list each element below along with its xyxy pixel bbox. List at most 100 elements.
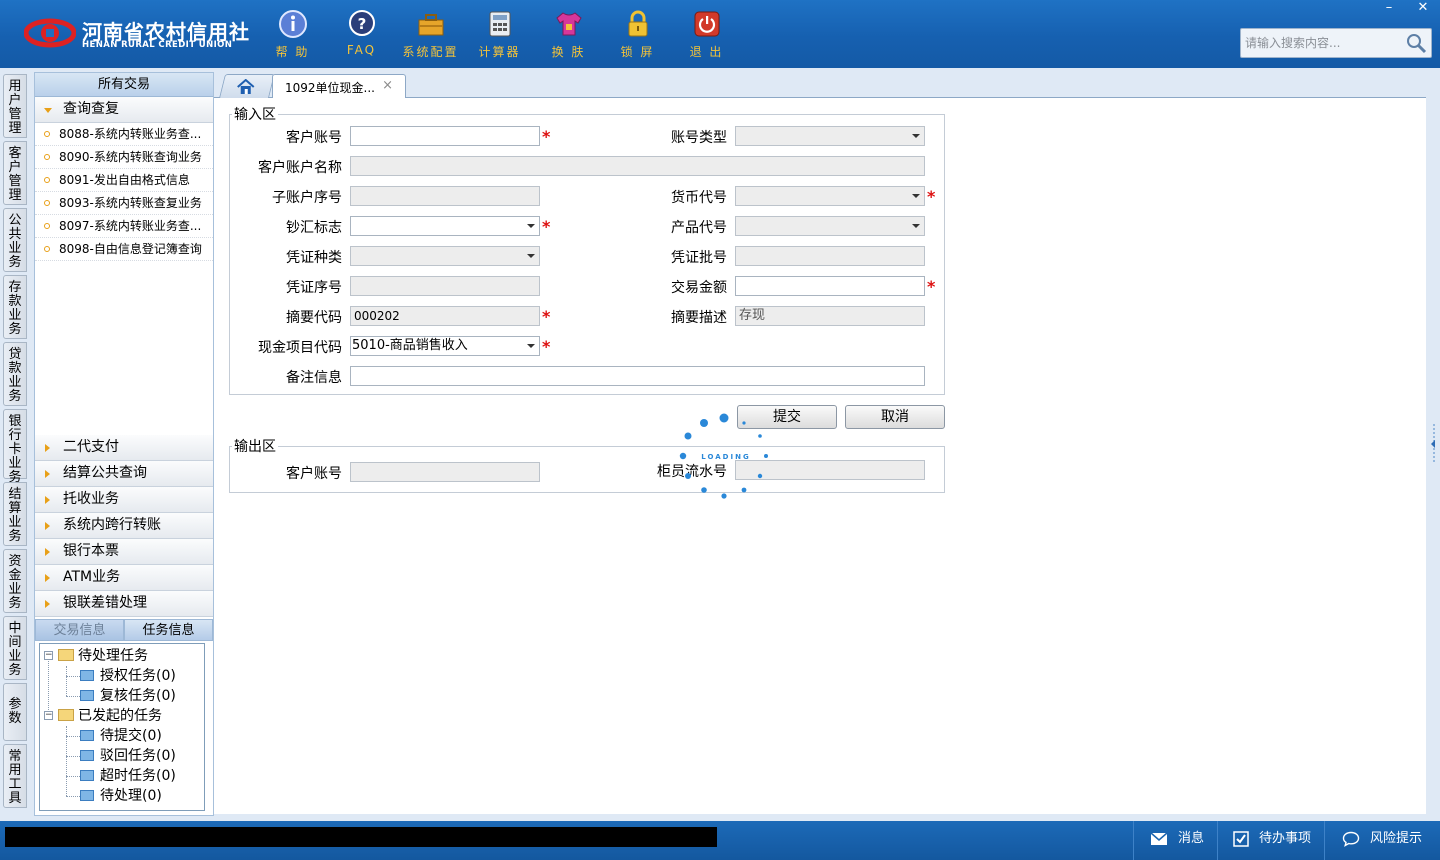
amount-input[interactable] <box>735 276 925 296</box>
nav-group-query-reply[interactable]: 查询查复 <box>35 97 213 123</box>
vtab-label: 存款业务 <box>8 280 22 337</box>
tab-home[interactable] <box>219 74 275 98</box>
vtab-loan-business[interactable]: 贷款业务 <box>3 342 27 406</box>
nav-group-label: ATM业务 <box>63 569 121 585</box>
nav-group-bank-draft[interactable]: 银行本票 <box>35 539 213 565</box>
label-cash-flag: 钞汇标志 <box>286 220 342 236</box>
label-customer-name: 客户账户名称 <box>258 160 342 176</box>
tree-line <box>66 776 80 777</box>
power-icon <box>694 11 719 37</box>
customer-name-field[interactable] <box>350 156 925 176</box>
tab-label: 1092单位现金... <box>285 81 375 95</box>
summary-code-field[interactable]: 000202 <box>350 306 540 326</box>
remark-input[interactable] <box>350 366 925 386</box>
app-logo: 河南省农村信用社 HENAN RURAL CREDIT UNION <box>24 14 249 54</box>
tree-node-to-handle[interactable]: 待处理(0) <box>80 786 162 806</box>
label-voucher-type: 凭证种类 <box>286 250 342 266</box>
account-type-select[interactable] <box>735 126 925 146</box>
calculator-button[interactable]: 计算器 <box>465 6 534 62</box>
summary-desc-field[interactable]: 存现 <box>735 306 925 326</box>
cancel-button[interactable]: 取消 <box>845 405 945 429</box>
nav-group-unionpay-error[interactable]: 银联差错处理 <box>35 591 213 617</box>
nav-group-settlement-query[interactable]: 结算公共查询 <box>35 461 213 487</box>
vtab-fund-business[interactable]: 资金业务 <box>3 549 27 613</box>
nav-item[interactable]: 8093-系统内转账查复业务 <box>35 192 213 215</box>
todo-button[interactable]: 待办事项 <box>1233 827 1311 851</box>
nav-item[interactable]: 8091-发出自由格式信息 <box>35 169 213 192</box>
vtab-deposit-business[interactable]: 存款业务 <box>3 275 27 339</box>
collapse-toggle-icon[interactable]: − <box>44 711 53 720</box>
vtab-label: 客户管理 <box>8 146 22 203</box>
vtab-label: 资金业务 <box>8 554 22 611</box>
collapse-right-panel-icon[interactable] <box>1428 424 1438 464</box>
nav-item[interactable]: 8088-系统内转账业务查... <box>35 123 213 146</box>
search-box <box>1240 28 1432 58</box>
system-config-button[interactable]: 系统配置 <box>396 6 465 62</box>
faq-button[interactable]: ? FAQ <box>327 6 396 62</box>
dropdown-arrow-icon <box>523 337 539 355</box>
nav-group-interbank-transfer[interactable]: 系统内跨行转账 <box>35 513 213 539</box>
nav-item-label: 8098-自由信息登记簿查询 <box>59 242 202 256</box>
search-input[interactable] <box>1245 34 1405 52</box>
tree-node-review-tasks[interactable]: 复核任务(0) <box>80 686 176 706</box>
exit-button[interactable]: 退 出 <box>672 6 741 62</box>
voucher-type-select[interactable] <box>350 246 540 266</box>
nav-item-label: 8097-系统内转账业务查... <box>59 219 202 233</box>
vtab-user-management[interactable]: 用户管理 <box>3 74 27 138</box>
close-window-button[interactable]: ✕ <box>1406 0 1440 18</box>
tree-node-to-submit[interactable]: 待提交(0) <box>80 726 162 746</box>
collapsed-arrow-icon <box>45 600 50 608</box>
envelope-icon <box>1150 832 1168 845</box>
output-customer-account-field[interactable] <box>350 462 540 482</box>
help-icon <box>278 10 307 38</box>
tree-node-pending-tasks[interactable]: 待处理任务 <box>58 646 148 666</box>
tree-node-label: 授权任务(0) <box>100 668 176 684</box>
voucher-seq-field[interactable] <box>350 276 540 296</box>
minimize-button[interactable]: – <box>1372 0 1406 18</box>
vtab-common-tools[interactable]: 常用工具 <box>3 744 27 808</box>
customer-account-input[interactable] <box>350 126 540 146</box>
tree-node-timeout[interactable]: 超时任务(0) <box>80 766 176 786</box>
nav-group-collection[interactable]: 托收业务 <box>35 487 213 513</box>
vtab-intermediary-business[interactable]: 中间业务 <box>3 616 27 680</box>
vtab-settlement-business[interactable]: 结算业务 <box>3 482 27 546</box>
messages-button[interactable]: 消息 <box>1150 827 1204 851</box>
nav-group-label: 系统内跨行转账 <box>63 517 161 533</box>
tab-task-info[interactable]: 任务信息 <box>124 619 213 641</box>
required-mark: * <box>542 337 551 356</box>
currency-select[interactable] <box>735 186 925 206</box>
collapse-toggle-icon[interactable]: − <box>44 651 53 660</box>
risk-alert-label: 风险提示 <box>1370 831 1423 846</box>
sub-account-field[interactable] <box>350 186 540 206</box>
vtab-label: 中间业务 <box>8 621 22 678</box>
loading-spinner: LOADING <box>679 413 768 499</box>
vtab-public-business[interactable]: 公共业务 <box>3 208 27 272</box>
lock-screen-button[interactable]: 锁 屏 <box>603 6 672 62</box>
label-voucher-seq: 凭证序号 <box>286 280 342 296</box>
nav-item[interactable]: 8097-系统内转账业务查... <box>35 215 213 238</box>
spinner-dot <box>719 413 729 423</box>
cash-flag-select[interactable] <box>350 216 540 236</box>
tab-trade-info[interactable]: 交易信息 <box>35 619 124 641</box>
nav-item[interactable]: 8098-自由信息登记簿查询 <box>35 238 213 261</box>
tree-node-initiated-tasks[interactable]: 已发起的任务 <box>58 706 162 726</box>
nav-group-atm[interactable]: ATM业务 <box>35 565 213 591</box>
vtab-parameters[interactable]: 参数 <box>3 683 27 741</box>
checkbox-icon <box>1233 831 1249 847</box>
product-select[interactable] <box>735 216 925 236</box>
tab-transaction-1092[interactable]: 1092单位现金... × <box>272 74 406 99</box>
tree-node-auth-tasks[interactable]: 授权任务(0) <box>80 666 176 686</box>
vtab-bank-card-business[interactable]: 银行卡业务 <box>3 409 27 485</box>
help-button[interactable]: 帮 助 <box>258 6 327 62</box>
risk-alert-button[interactable]: 风险提示 <box>1342 827 1422 851</box>
vtab-customer-management[interactable]: 客户管理 <box>3 141 27 205</box>
tree-node-rejected[interactable]: 驳回任务(0) <box>80 746 176 766</box>
nav-item[interactable]: 8090-系统内转账查询业务 <box>35 146 213 169</box>
nav-group-second-gen-payment[interactable]: 二代支付 <box>35 435 213 461</box>
search-icon[interactable] <box>1405 32 1427 54</box>
cash-item-select[interactable]: 5010-商品销售收入 <box>350 336 540 356</box>
calculator-label: 计算器 <box>478 45 521 59</box>
close-tab-icon[interactable]: × <box>382 78 393 93</box>
change-skin-button[interactable]: 换 肤 <box>534 6 603 62</box>
voucher-batch-field[interactable] <box>735 246 925 266</box>
